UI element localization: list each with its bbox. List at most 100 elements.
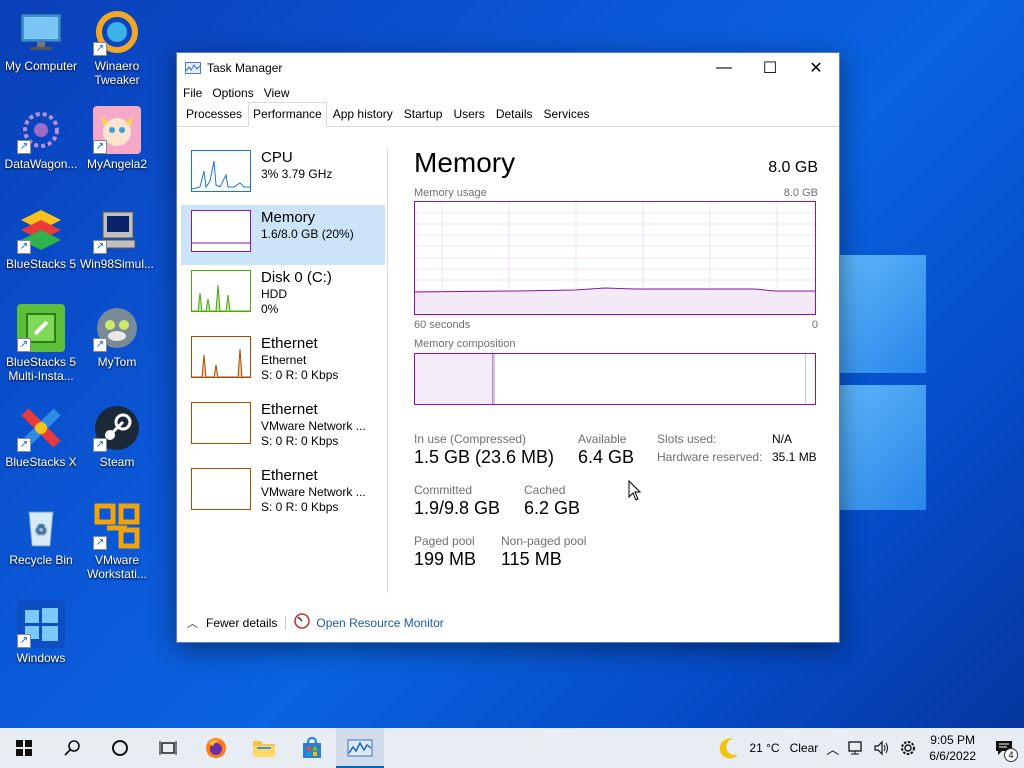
resource-detail: S: 0 R: 0 Kbps <box>261 368 339 382</box>
desktop-icon-bluestacks-multi[interactable]: ↗ BlueStacks 5 Multi-Insta... <box>0 304 82 383</box>
vmware-icon: ↗ <box>93 502 141 550</box>
menu-view[interactable]: View <box>264 86 290 100</box>
resource-item-memory[interactable]: Memory 1.6/8.0 GB (20%) <box>181 205 385 265</box>
clock[interactable]: 9:05 PM 6/6/2022 <box>921 732 984 764</box>
desktop-icon-vmware[interactable]: ↗ VMware Workstati... <box>76 502 158 581</box>
chevron-up-icon: ︿ <box>826 741 840 757</box>
desktop-icon-recycle-bin[interactable]: ♻ Recycle Bin <box>0 502 82 567</box>
desktop-icon-bluestacks5[interactable]: ↗ BlueStacks 5 <box>0 206 82 271</box>
hardware-reserved-label: Hardware reserved: <box>657 450 763 464</box>
ethernet-thumbnail-graph <box>191 336 251 378</box>
menu-file[interactable]: File <box>183 86 202 100</box>
network-button[interactable] <box>843 740 869 756</box>
maximize-button[interactable]: ☐ <box>747 53 793 83</box>
menu-options[interactable]: Options <box>212 86 253 100</box>
monitor-icon <box>17 8 65 56</box>
title-bar[interactable]: Task Manager — ☐ ✕ <box>177 53 839 83</box>
memory-usage-graph <box>414 202 815 314</box>
task-view-button[interactable] <box>144 728 192 768</box>
moon-icon <box>720 738 739 759</box>
committed-label: Committed <box>414 483 473 497</box>
desktop-icon-bluestacks-x[interactable]: ↗ BlueStacks X <box>0 404 82 469</box>
desktop-icon-steam[interactable]: ↗ Steam <box>76 404 158 469</box>
in-use-label: In use (Compressed) <box>414 432 527 446</box>
memory-composition-label: Memory composition <box>414 338 516 350</box>
desktop-icon-my-computer[interactable]: My Computer <box>0 8 82 73</box>
search-button[interactable] <box>48 728 96 768</box>
resource-name: CPU <box>261 149 293 166</box>
tab-users[interactable]: Users <box>448 102 489 126</box>
bluestacks-icon: ↗ <box>17 206 65 254</box>
datawagon-icon: ↗ <box>17 106 65 154</box>
desktop-icon-label: MyAngela2 <box>86 157 148 171</box>
shortcut-arrow-icon: ↗ <box>17 338 31 352</box>
in-use-value: 1.5 GB (23.6 MB) <box>414 447 555 467</box>
shortcut-arrow-icon: ↗ <box>93 140 107 154</box>
weather-widget[interactable]: 21 °C Clear <box>713 736 822 760</box>
desktop-icon-myangela2[interactable]: ↗ MyAngela2 <box>76 106 158 171</box>
gear-icon <box>901 741 916 755</box>
desktop-windows-logo <box>830 255 940 515</box>
memory-usage-label: Memory usage <box>414 187 487 199</box>
memory-usage-max: 8.0 GB <box>783 187 818 199</box>
minimize-button[interactable]: — <box>701 53 747 83</box>
disk-thumbnail-graph <box>191 270 251 312</box>
taskbar-firefox[interactable] <box>192 728 240 768</box>
resource-detail: S: 0 R: 0 Kbps <box>261 500 339 514</box>
tab-details[interactable]: Details <box>491 102 538 126</box>
cortana-button[interactable] <box>96 728 144 768</box>
desktop-icon-datawagon[interactable]: ↗ DataWagon... <box>0 106 82 171</box>
resource-item-cpu[interactable]: CPU 3% 3.79 GHz <box>181 145 385 205</box>
taskbar-task-manager[interactable] <box>336 728 384 768</box>
desktop-icon-label: DataWagon... <box>4 157 78 171</box>
desktop-icon-winaero[interactable]: ↗ Winaero Tweaker <box>76 8 158 87</box>
taskbar-store[interactable] <box>288 728 336 768</box>
mouse-cursor-icon <box>628 479 642 507</box>
available-value: 6.4 GB <box>578 447 635 467</box>
chevron-up-icon[interactable]: ︿ <box>187 615 198 631</box>
tab-bar: Processes Performance App history Startu… <box>177 102 839 127</box>
tab-performance[interactable]: Performance <box>248 102 327 127</box>
shortcut-arrow-icon: ↗ <box>93 536 107 550</box>
tab-startup[interactable]: Startup <box>399 102 448 126</box>
tab-app-history[interactable]: App history <box>328 102 398 126</box>
speaker-icon <box>874 740 889 756</box>
pane-divider[interactable] <box>387 149 388 593</box>
close-button[interactable]: ✕ <box>793 53 839 83</box>
taskbar-file-explorer[interactable] <box>240 728 288 768</box>
resource-item-ethernet-1[interactable]: Ethernet Ethernet S: 0 R: 0 Kbps <box>181 331 385 391</box>
resource-name: Memory <box>261 209 316 226</box>
steam-icon: ↗ <box>93 404 141 452</box>
resource-item-ethernet-2[interactable]: Ethernet VMware Network ... S: 0 R: 0 Kb… <box>181 397 385 457</box>
resource-item-ethernet-3[interactable]: Ethernet VMware Network ... S: 0 R: 0 Kb… <box>181 463 385 523</box>
action-center-button[interactable]: 4 <box>984 740 1024 762</box>
tab-processes[interactable]: Processes <box>181 102 247 126</box>
start-button[interactable] <box>0 728 48 768</box>
desktop-icon-mytom[interactable]: ↗ MyTom <box>76 304 158 369</box>
footer-bar: ︿ Fewer details Open Resource Monitor <box>187 613 444 632</box>
folder-icon <box>253 741 275 757</box>
cortana-circle-icon <box>112 740 128 756</box>
fewer-details-button[interactable]: Fewer details <box>206 616 277 630</box>
non-paged-pool-value: 115 MB <box>501 549 562 569</box>
open-resource-monitor-link[interactable]: Open Resource Monitor <box>316 616 443 630</box>
resource-detail: VMware Network ... <box>261 419 366 433</box>
resource-item-disk[interactable]: Disk 0 (C:) HDD 0% <box>181 265 385 325</box>
cached-value: 6.2 GB <box>524 498 581 518</box>
volume-button[interactable] <box>869 740 895 756</box>
desktop-icon-windows[interactable]: ↗ Windows <box>0 600 82 665</box>
resource-name: Ethernet <box>261 467 318 484</box>
settings-button[interactable] <box>895 739 921 757</box>
show-hidden-icons-button[interactable]: ︿ <box>822 739 843 758</box>
desktop-icon-label: MyTom <box>97 355 137 369</box>
resource-list: CPU 3% 3.79 GHz Memory 1.6/8.0 GB (20%) … <box>181 145 385 595</box>
slots-used-value: N/A <box>772 432 793 446</box>
tab-services[interactable]: Services <box>539 102 595 126</box>
svg-text:♻: ♻ <box>35 521 48 537</box>
slots-used-label: Slots used: <box>657 432 717 446</box>
desktop-icon-win98sim[interactable]: ↗ Win98Simul... <box>76 206 158 271</box>
resource-detail: Ethernet <box>261 353 307 367</box>
win98-icon: ↗ <box>93 206 141 254</box>
desktop-icon-label: Winaero Tweaker <box>94 59 140 87</box>
resource-detail: 1.6/8.0 GB (20%) <box>261 227 354 241</box>
